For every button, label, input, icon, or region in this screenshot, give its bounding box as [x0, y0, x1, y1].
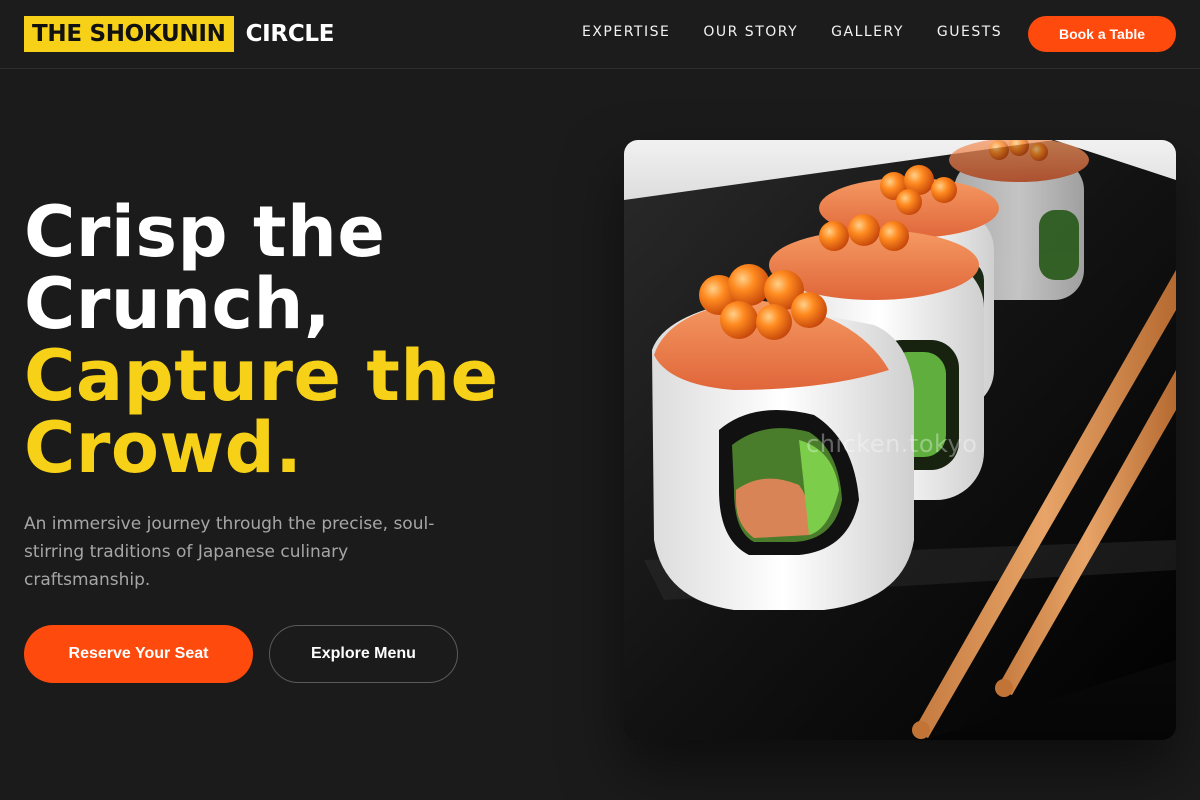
- brand-logo[interactable]: THE SHOKUNIN CIRCLE: [24, 16, 334, 52]
- nav-link-our-story[interactable]: OUR STORY: [703, 24, 798, 40]
- hero-title-line-3: Capture the: [24, 335, 499, 417]
- reserve-seat-button[interactable]: Reserve Your Seat: [24, 625, 253, 683]
- hero-title-line-1: Crisp the: [24, 191, 386, 273]
- hero-title-line-2: Crunch,: [24, 263, 331, 345]
- logo-text: CIRCLE: [245, 21, 335, 47]
- nav-link-gallery[interactable]: GALLERY: [831, 24, 904, 40]
- nav-link-guests[interactable]: GUESTS: [937, 24, 1002, 40]
- hero-title-line-4: Crowd.: [24, 407, 303, 489]
- image-watermark: chicken.tokyo: [806, 430, 978, 458]
- explore-menu-button[interactable]: Explore Menu: [269, 625, 458, 683]
- main-menu: EXPERTISE OUR STORY GALLERY GUESTS: [582, 24, 1035, 40]
- book-table-button[interactable]: Book a Table: [1028, 16, 1176, 52]
- top-navigation: THE SHOKUNIN CIRCLE EXPERTISE OUR STORY …: [0, 0, 1200, 69]
- nav-link-expertise[interactable]: EXPERTISE: [582, 24, 670, 40]
- logo-highlight: THE SHOKUNIN: [24, 16, 234, 52]
- hero-title: Crisp the Crunch, Capture the Crowd.: [24, 196, 584, 484]
- hero-subtitle: An immersive journey through the precise…: [24, 514, 435, 590]
